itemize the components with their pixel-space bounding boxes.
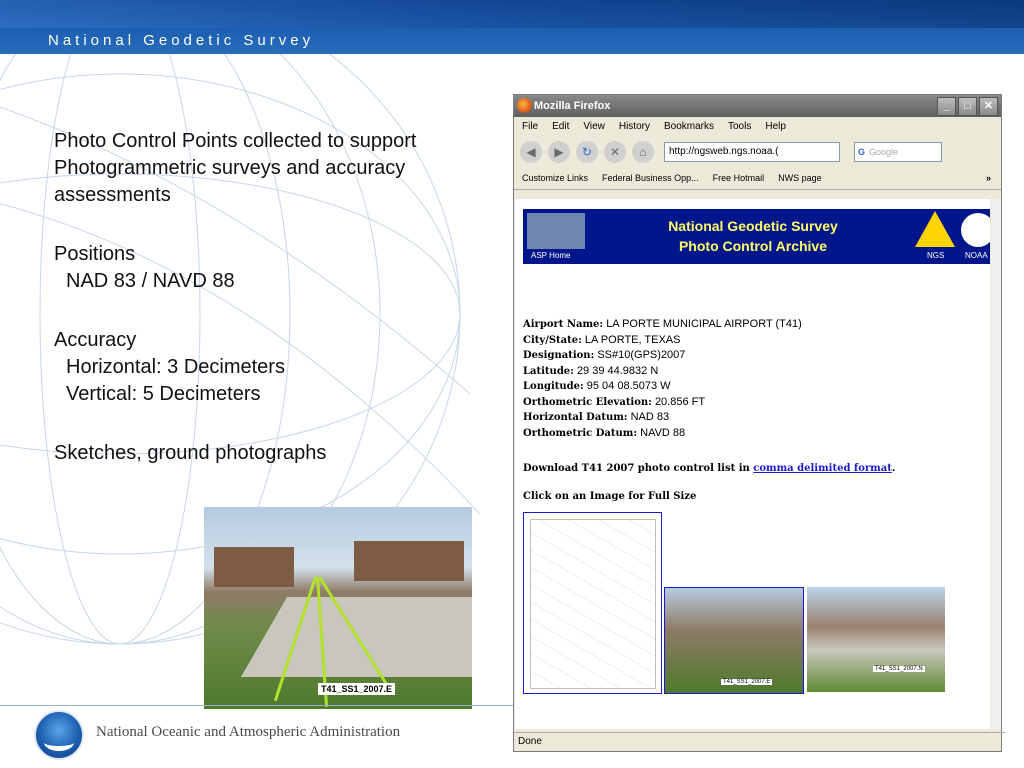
header-band <box>0 0 1024 28</box>
banner-title-line2: Photo Control Archive <box>678 238 828 254</box>
bullet-sketches: Sketches, ground photographs <box>54 442 327 464</box>
forward-icon[interactable]: ▶ <box>548 141 570 163</box>
footer-divider <box>0 705 520 706</box>
station-info: Airport Name: LA PORTE MUNICIPAL AIRPORT… <box>523 317 802 441</box>
home-icon[interactable]: ⌂ <box>632 141 654 163</box>
photo-thumbnail-2[interactable]: T41_SS1_2007.N <box>807 587 945 692</box>
asp-home-image[interactable] <box>527 213 585 249</box>
field-designation: Designation: SS#10(GPS)2007 <box>523 349 686 361</box>
field-city-state: City/State: LA PORTE, TEXAS <box>523 333 681 346</box>
menu-view[interactable]: View <box>583 117 605 137</box>
download-line: Download T41 2007 photo control list in … <box>523 463 896 474</box>
bullet-positions: Positions <box>54 243 136 265</box>
navigation-toolbar: ◀ ▶ ↻ ✕ ⌂ http://ngsweb.ngs.noaa.( G Goo… <box>514 137 1001 167</box>
browser-title: Mozilla Firefox <box>534 100 611 112</box>
browser-titlebar: Mozilla Firefox _ □ ✕ <box>514 95 1001 117</box>
field-orthometric-datum: Orthometric Datum: NAVD 88 <box>523 426 686 439</box>
photo-tag: T41_SS1_2007.E <box>318 683 396 695</box>
photo-house-left <box>214 547 294 587</box>
bullet-datum: NAD 83 / NAVD 88 <box>66 270 235 292</box>
asp-home-link[interactable]: ASP Home <box>531 251 570 260</box>
status-text: Done <box>518 736 542 747</box>
sketch-thumbnail[interactable] <box>523 512 662 694</box>
field-longitude: Longitude: 95 04 08.5073 W <box>523 380 671 392</box>
bookmark-nws-page[interactable]: NWS page <box>778 167 822 189</box>
back-icon[interactable]: ◀ <box>520 141 542 163</box>
minimize-button[interactable]: _ <box>937 97 956 116</box>
ngs-link[interactable]: NGS <box>927 251 944 260</box>
menu-help[interactable]: Help <box>765 117 786 137</box>
browser-window: Mozilla Firefox _ □ ✕ File Edit View His… <box>513 94 1005 752</box>
close-button[interactable]: ✕ <box>979 97 998 116</box>
url-bar[interactable]: http://ngsweb.ngs.noaa.( <box>664 142 840 162</box>
menu-bar: File Edit View History Bookmarks Tools H… <box>514 117 1001 137</box>
status-bar: Done <box>514 732 1005 751</box>
footer-org-name: National Oceanic and Atmospheric Adminis… <box>96 724 401 740</box>
bullet-accuracy: Accuracy <box>54 329 137 351</box>
bookmark-federal-business[interactable]: Federal Business Opp... <box>602 167 699 189</box>
comma-delimited-link[interactable]: comma delimited format <box>753 463 892 474</box>
reload-icon[interactable]: ↻ <box>576 141 598 163</box>
google-icon: G <box>858 147 866 157</box>
banner-title-line1: National Geodetic Survey <box>668 218 838 234</box>
noaa-link[interactable]: NOAA <box>965 251 988 260</box>
bullet-list: Photo Control Points collected to suppor… <box>54 128 454 467</box>
field-horizontal-datum: Horizontal Datum: NAD 83 <box>523 411 670 423</box>
field-airport-name: Airport Name: LA PORTE MUNICIPAL AIRPORT… <box>523 318 802 330</box>
field-latitude: Latitude: 29 39 44.9832 N <box>523 364 659 377</box>
noaa-logo-icon[interactable] <box>961 213 990 247</box>
bookmark-free-hotmail[interactable]: Free Hotmail <box>713 167 765 189</box>
menu-tools[interactable]: Tools <box>728 117 751 137</box>
photo-house-right <box>354 541 464 581</box>
page-content: ASP Home National Geodetic Survey Photo … <box>515 199 990 729</box>
slide-header-title: National Geodetic Survey <box>48 32 315 49</box>
menu-history[interactable]: History <box>619 117 650 137</box>
bullet-horizontal: Horizontal: 3 Decimeters <box>66 356 285 378</box>
photo-thumbnail-1[interactable]: T41_SS1_2007.E <box>664 587 804 694</box>
noaa-logo-icon <box>34 710 84 760</box>
slide-header: National Geodetic Survey <box>0 0 1024 54</box>
bullet-vertical: Vertical: 5 Decimeters <box>66 383 261 405</box>
bookmark-customize-links[interactable]: Customize Links <box>522 167 588 189</box>
bookmarks-toolbar: Customize Links Federal Business Opp... … <box>514 167 1001 190</box>
field-orthometric-elevation: Orthometric Elevation: 20.856 FT <box>523 395 706 408</box>
firefox-icon <box>517 98 532 113</box>
menu-bookmarks[interactable]: Bookmarks <box>664 117 714 137</box>
click-image-instruction: Click on an Image for Full Size <box>523 491 697 502</box>
bookmarks-more-button[interactable]: » <box>986 167 991 189</box>
ngs-triangle-icon[interactable] <box>915 211 955 247</box>
menu-edit[interactable]: Edit <box>552 117 569 137</box>
maximize-button[interactable]: □ <box>958 97 977 116</box>
tripod-photo: T41_SS1_2007.E <box>204 507 472 709</box>
search-placeholder: Google <box>869 147 899 157</box>
ngs-banner: ASP Home National Geodetic Survey Photo … <box>523 209 990 264</box>
thumb-tag: T41_SS1_2007.E <box>721 679 773 685</box>
bullet-photo-control: Photo Control Points collected to suppor… <box>54 130 417 206</box>
stop-icon[interactable]: ✕ <box>604 141 626 163</box>
vertical-scrollbar[interactable] <box>991 199 1001 729</box>
menu-file[interactable]: File <box>522 117 538 137</box>
thumb-tag: T41_SS1_2007.N <box>873 666 925 672</box>
search-box[interactable]: G Google <box>854 142 942 162</box>
